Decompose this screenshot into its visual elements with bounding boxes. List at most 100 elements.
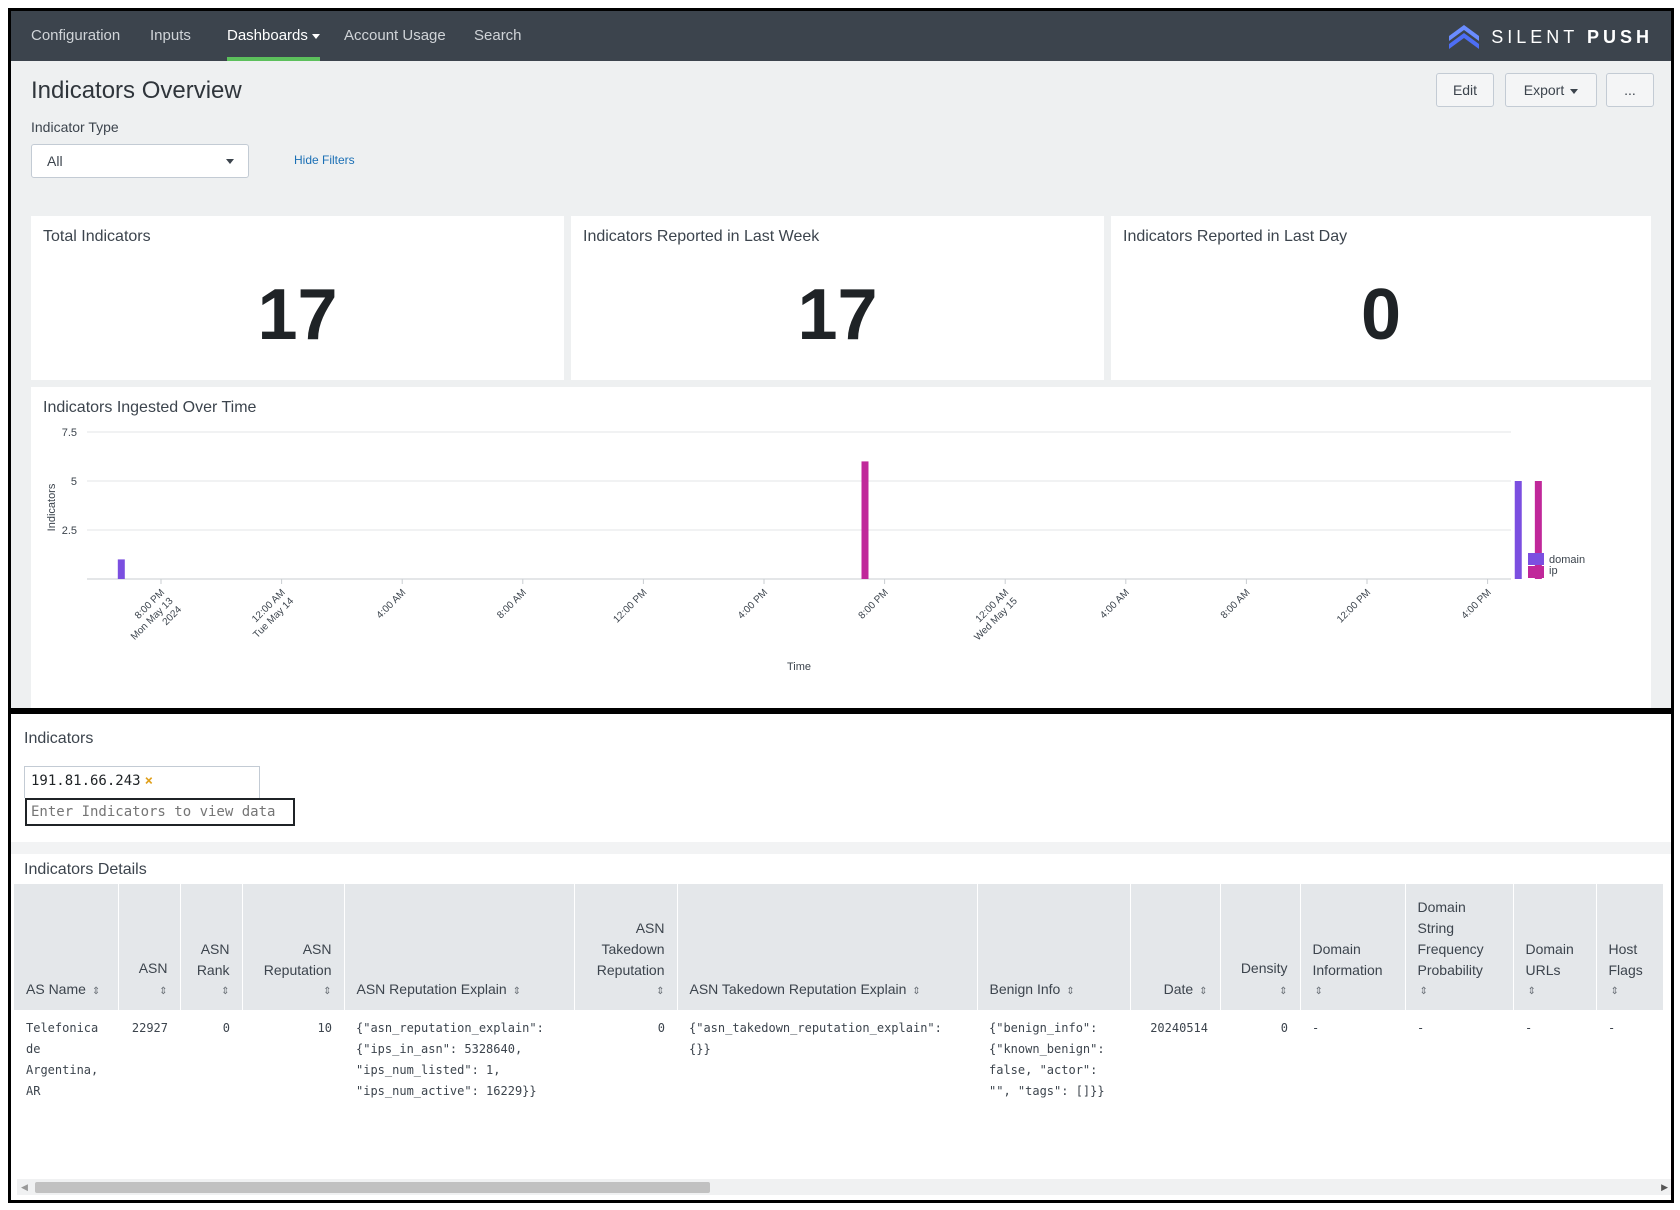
table-header-row: AS Name ⇕ ASN ⇕ ASN Rank ⇕ ASN Reputation ⇕ ASN … <box>14 884 1664 1010</box>
indicator-type-value: All <box>47 153 63 169</box>
x-tick-label: 12:00 PM <box>611 587 649 625</box>
column-header[interactable]: Host Flags ⇕ <box>1596 884 1664 1010</box>
horizontal-scrollbar[interactable]: ◀ ▶ <box>17 1179 1671 1195</box>
sort-icon[interactable]: ⇕ <box>912 981 920 1002</box>
sort-icon[interactable]: ⇕ <box>1315 981 1393 1002</box>
sort-icon[interactable]: ⇕ <box>257 981 331 1002</box>
table-cell: {"asn_takedown_reputation_explain": {}} <box>689 1021 942 1056</box>
column-header[interactable]: ASN Rank ⇕ <box>180 884 243 1010</box>
kpi-last-day: Indicators Reported in Last Day 0 <box>1111 216 1651 380</box>
more-options-button[interactable]: ... <box>1606 73 1654 107</box>
column-header[interactable]: Density ⇕ <box>1220 884 1301 1010</box>
dashboard-frame: Configuration Inputs Dashboards Account … <box>8 8 1674 711</box>
column-header-label: Date ⇕ <box>1143 979 1208 1002</box>
table-cell: Telefonica de Argentina, AR <box>26 1021 99 1098</box>
sort-icon[interactable]: ⇕ <box>1611 981 1651 1002</box>
table-cell: 22927 <box>131 1021 168 1035</box>
column-header[interactable]: Benign Info ⇕ <box>977 884 1131 1010</box>
column-header[interactable]: Date ⇕ <box>1130 884 1221 1010</box>
sort-icon[interactable]: ⇕ <box>1066 981 1074 1002</box>
edit-button[interactable]: Edit <box>1436 73 1494 107</box>
y-tick-label: 7.5 <box>62 427 77 439</box>
scroll-right-icon[interactable]: ▶ <box>1661 1182 1668 1193</box>
brand-name: SILENT PUSH <box>1491 26 1653 47</box>
sort-icon[interactable]: ⇕ <box>1199 981 1207 1002</box>
column-header[interactable]: Domain String Frequency Probability ⇕ <box>1405 884 1514 1010</box>
column-header-label: ASN Takedown Reputation Explain ⇕ <box>690 979 965 1002</box>
column-header-label: Domain <box>1525 941 1574 957</box>
column-header-label: ASN <box>635 920 665 936</box>
export-button[interactable]: Export <box>1505 73 1597 107</box>
indicator-token: 191.81.66.243 × <box>31 773 153 789</box>
indicators-details-table: AS Name ⇕ ASN ⇕ ASN Rank ⇕ ASN Reputation ⇕ ASN … <box>14 884 1664 1110</box>
chevron-down-icon <box>311 33 320 39</box>
column-header-label: Takedown <box>601 941 665 957</box>
indicator-type-label: Indicator Type <box>31 119 119 135</box>
column-header[interactable]: AS Name ⇕ <box>14 884 119 1010</box>
sort-icon[interactable]: ⇕ <box>159 981 167 1002</box>
x-tick-label: 4:00 PM <box>1460 587 1494 621</box>
table-row: Telefonica de Argentina, AR 22927 0 10 {"asn… <box>14 1010 1663 1110</box>
ingested-chart: 7.5 5 2.5 Indicators 8:00 PMMon May 132024 12… <box>46 427 1585 673</box>
column-header-label: ASN Reputation Explain ⇕ <box>357 979 562 1002</box>
table-cell: 0 <box>222 1021 230 1035</box>
table-cell: 0 <box>1280 1021 1288 1035</box>
scrollbar-thumb[interactable] <box>35 1182 710 1193</box>
nav-search[interactable]: Search <box>474 11 522 61</box>
kpi-last-week: Indicators Reported in Last Week 17 <box>571 216 1104 380</box>
column-header-label: Domain <box>1417 899 1466 915</box>
brand-logo: SILENT PUSH <box>1447 22 1653 52</box>
indicator-tokens: 191.81.66.243 × <box>24 766 260 798</box>
column-header[interactable]: ASN Takedown Reputation ⇕ <box>574 884 678 1010</box>
column-header-label: ASN <box>200 941 230 957</box>
nav-dashboards[interactable]: Dashboards <box>227 11 320 61</box>
remove-token-icon[interactable]: × <box>145 773 153 789</box>
indicator-type-select[interactable]: All <box>31 144 249 178</box>
export-label: Export <box>1523 82 1565 98</box>
legend-label-ip: ip <box>1549 565 1558 577</box>
top-nav: Configuration Inputs Dashboards Account … <box>11 11 1671 61</box>
x-axis-label: Time <box>787 661 811 673</box>
kpi-title: Indicators Reported in Last Day <box>1123 228 1348 245</box>
indicators-details-title: Indicators Details <box>24 861 147 878</box>
bar-ip <box>861 461 869 579</box>
table-cell: 10 <box>317 1021 332 1035</box>
table-cell: {"benign_info": {"known_benign": false, … <box>989 1021 1105 1098</box>
bar-domain <box>1514 481 1522 579</box>
nav-configuration[interactable]: Configuration <box>31 11 120 61</box>
column-header-label: String <box>1417 920 1455 936</box>
nav-inputs[interactable]: Inputs <box>150 11 191 61</box>
column-header[interactable]: ASN Takedown Reputation Explain ⇕ <box>677 884 978 1010</box>
token-value: 191.81.66.243 <box>31 773 141 789</box>
sort-icon[interactable]: ⇕ <box>92 981 100 1002</box>
column-header-label: ASN <box>302 941 332 957</box>
kpi-total-indicators: Total Indicators 17 <box>31 216 564 380</box>
table-cell: - <box>1608 1021 1616 1035</box>
x-tick-label: 12:00 AMTue May 14 <box>243 587 297 641</box>
nav-account-usage[interactable]: Account Usage <box>344 11 446 61</box>
column-header-label: Domain <box>1312 941 1361 957</box>
x-tick-label: 4:00 AM <box>1098 587 1132 621</box>
column-header-label: Flags <box>1608 962 1643 978</box>
sort-icon[interactable]: ⇕ <box>195 981 229 1002</box>
sort-icon[interactable]: ⇕ <box>513 981 521 1002</box>
scroll-left-icon[interactable]: ◀ <box>21 1182 28 1193</box>
ingested-over-time-panel: Indicators Ingested Over Time 7.5 5 2.5 Ind… <box>31 387 1651 708</box>
column-header[interactable]: ASN ⇕ <box>118 884 181 1010</box>
column-header-label: Benign Info ⇕ <box>990 979 1118 1002</box>
column-header[interactable]: Domain Information ⇕ <box>1300 884 1406 1010</box>
section-divider <box>11 842 1671 854</box>
table-cell: 20240514 <box>1150 1021 1208 1035</box>
sort-icon[interactable]: ⇕ <box>1420 981 1501 1002</box>
hide-filters-link[interactable]: Hide Filters <box>294 153 355 167</box>
indicator-input[interactable] <box>25 798 295 826</box>
sort-icon[interactable]: ⇕ <box>589 981 664 1002</box>
column-header[interactable]: ASN Reputation Explain ⇕ <box>344 884 575 1010</box>
kpi-title: Total Indicators <box>43 228 151 245</box>
column-header-label: Probability <box>1417 962 1483 978</box>
x-tick-label: 8:00 PMMon May 132024 <box>120 587 184 651</box>
sort-icon[interactable]: ⇕ <box>1279 981 1287 1002</box>
column-header[interactable]: Domain URLs ⇕ <box>1513 884 1597 1010</box>
column-header[interactable]: ASN Reputation ⇕ <box>242 884 345 1010</box>
sort-icon[interactable]: ⇕ <box>1528 981 1584 1002</box>
